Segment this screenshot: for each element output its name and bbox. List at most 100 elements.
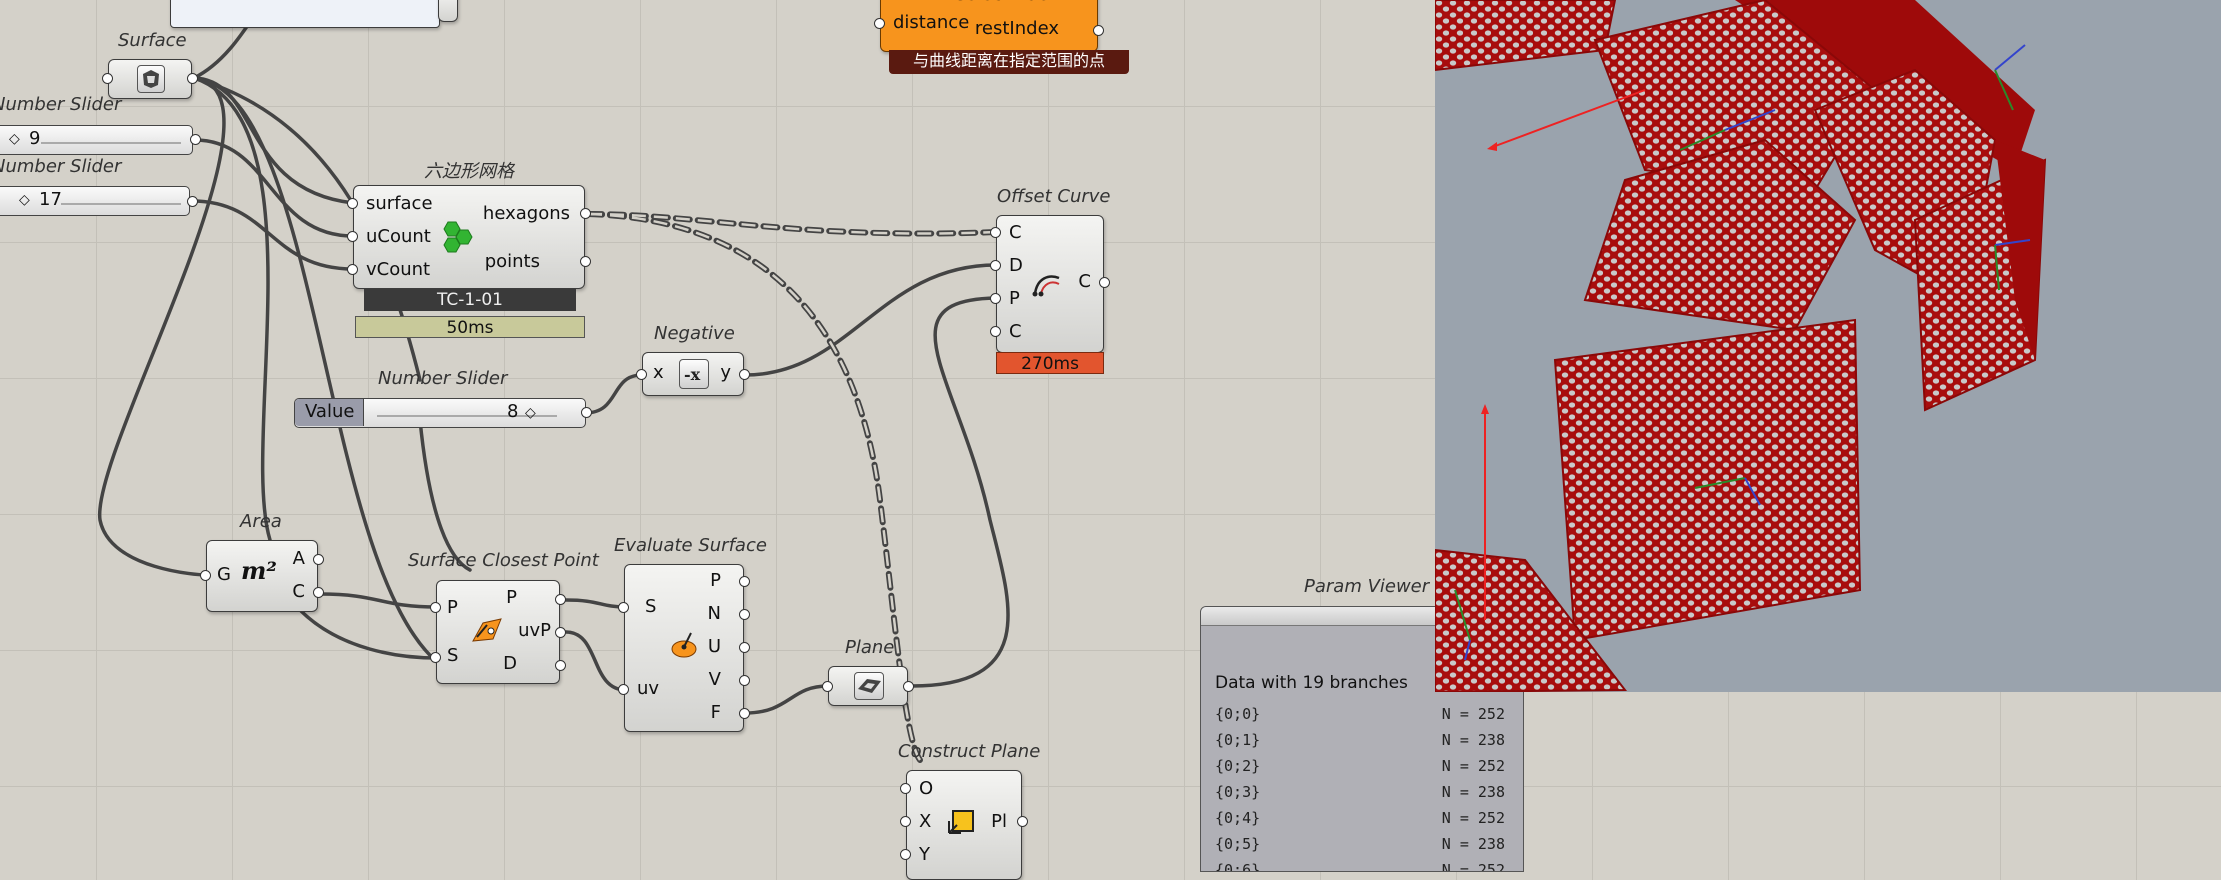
offset-curve-icon xyxy=(1032,275,1060,297)
number-slider-value: 8 xyxy=(507,401,519,422)
slider-u[interactable]: ◇ 9 xyxy=(0,125,193,155)
construct-grip-y[interactable] xyxy=(900,849,911,860)
negative-grip-y[interactable] xyxy=(739,369,750,380)
evaluate-grip-u[interactable] xyxy=(739,642,750,653)
closest-grip-out-d[interactable] xyxy=(555,660,566,671)
hexgrid-grip-surface[interactable] xyxy=(347,198,358,209)
evaluate-surface-title: Evaluate Surface xyxy=(614,535,767,556)
offset-input-d: D xyxy=(1009,255,1023,276)
evaluate-grip-uv[interactable] xyxy=(618,684,629,695)
svg-text:-x: -x xyxy=(684,365,701,384)
hexgrid-grip-vcount[interactable] xyxy=(347,264,358,275)
clipped-top-component-end[interactable] xyxy=(438,0,458,22)
orange-grip-distance[interactable] xyxy=(874,18,885,29)
axis-arrow-1 xyxy=(1489,89,1646,149)
area-output-c: C xyxy=(292,581,305,602)
number-slider-handle-icon[interactable]: ◇ xyxy=(525,403,536,423)
slider-v-handle-icon[interactable]: ◇ xyxy=(19,190,30,210)
slider-v-output-grip[interactable] xyxy=(187,196,198,207)
param-viewer-row: {0;1} N = 238 xyxy=(1215,731,1505,749)
slider-v[interactable]: ◇ 17 xyxy=(0,186,190,216)
area-grip-a[interactable] xyxy=(313,554,324,565)
wire-negative-offset xyxy=(743,263,998,377)
negative-output-y: y xyxy=(720,362,731,383)
area-grip-c[interactable] xyxy=(313,587,324,598)
slider-u-handle-icon[interactable]: ◇ xyxy=(9,129,20,149)
closest-grip-p[interactable] xyxy=(430,602,441,613)
slider-v-title: Number Slider xyxy=(0,156,122,177)
offset-grip-c2[interactable] xyxy=(990,326,1001,337)
closest-grip-s[interactable] xyxy=(430,652,441,663)
closest-grip-out-p[interactable] xyxy=(555,594,566,605)
number-slider-output-grip[interactable] xyxy=(581,407,592,418)
evaluate-surface-component[interactable]: S uv P N U V F xyxy=(624,564,744,732)
offset-curve-component[interactable]: C D P C C xyxy=(996,215,1104,353)
area-component[interactable]: G A C m² xyxy=(206,540,318,612)
surface-param[interactable] xyxy=(108,59,192,99)
offset-grip-p[interactable] xyxy=(990,293,1001,304)
closest-input-p: P xyxy=(447,597,458,618)
negative-grip-x[interactable] xyxy=(636,369,647,380)
hexgrid-grip-points[interactable] xyxy=(580,256,591,267)
offset-grip-c[interactable] xyxy=(990,227,1001,238)
construct-grip-x[interactable] xyxy=(900,816,911,827)
offset-input-c2: C xyxy=(1009,321,1022,342)
negative-component[interactable]: x y -x xyxy=(642,352,744,396)
evaluate-output-p: P xyxy=(710,570,721,591)
surface-input-grip[interactable] xyxy=(102,73,113,84)
hexgrid-grip-hexagons[interactable] xyxy=(580,208,591,219)
surface-icon xyxy=(137,65,165,93)
number-slider-label: Value xyxy=(305,401,355,422)
evaluate-grip-f[interactable] xyxy=(739,708,750,719)
evaluate-grip-p[interactable] xyxy=(739,576,750,587)
closest-grip-out-uvp[interactable] xyxy=(555,627,566,638)
hexgrid-title: 六边形网格 xyxy=(424,161,514,182)
orange-component[interactable]: distance selectIndex restIndex xyxy=(880,0,1098,52)
offset-grip-d[interactable] xyxy=(990,260,1001,271)
construct-grip-o[interactable] xyxy=(900,783,911,794)
construct-grip-pl[interactable] xyxy=(1017,816,1028,827)
construct-input-o: O xyxy=(919,778,934,799)
rhino-viewport[interactable] xyxy=(1435,0,2221,692)
surface-closest-point-component[interactable]: P S P uvP D xyxy=(436,580,560,684)
area-output-a: A xyxy=(292,548,305,569)
param-viewer-row: {0;3} N = 238 xyxy=(1215,783,1505,801)
wire-closest-evaluate-s xyxy=(564,598,628,609)
plane-grip-in[interactable] xyxy=(822,681,833,692)
slider-u-title: Number Slider xyxy=(0,94,122,115)
closest-point-title: Surface Closest Point xyxy=(408,550,599,571)
hexgrid-component[interactable]: surface uCount vCount hexagons points xyxy=(353,185,585,289)
orange-output-restindex: restIndex xyxy=(974,18,1059,39)
offset-grip-output[interactable] xyxy=(1099,277,1110,288)
evaluate-grip-n[interactable] xyxy=(739,609,750,620)
viewport-scene xyxy=(1435,0,2047,692)
orange-grip-restindex[interactable] xyxy=(1093,25,1104,36)
surface-output-grip[interactable] xyxy=(187,73,198,84)
plane-axis xyxy=(1994,44,2026,71)
evaluate-grip-s[interactable] xyxy=(618,602,629,613)
slider-u-track[interactable] xyxy=(41,142,181,144)
plane-param[interactable] xyxy=(828,666,908,706)
clipped-top-component[interactable] xyxy=(170,0,440,28)
hexgrid-tag: TC-1-01 xyxy=(364,289,576,311)
slider-v-track[interactable] xyxy=(61,203,181,205)
plane-grip-out[interactable] xyxy=(903,681,914,692)
wire-slider-u-hexgrid xyxy=(193,138,355,238)
construct-plane-component[interactable]: O X Y Pl xyxy=(906,770,1022,880)
param-viewer-row: {0;4} N = 252 xyxy=(1215,809,1505,827)
hexgrid-input-vcount: vCount xyxy=(366,259,431,280)
construct-input-x: X xyxy=(919,811,932,832)
offset-timer: 270ms xyxy=(996,352,1104,374)
evaluate-grip-v[interactable] xyxy=(739,675,750,686)
evaluate-input-s: S xyxy=(645,596,657,617)
closest-output-d: D xyxy=(503,653,517,674)
panel-top-left xyxy=(1435,0,1617,72)
number-slider[interactable]: Value 8 ◇ xyxy=(294,398,586,428)
slider-u-output-grip[interactable] xyxy=(190,134,201,145)
area-grip-g[interactable] xyxy=(200,570,211,581)
construct-plane-icon xyxy=(948,810,974,834)
negative-input-x: x xyxy=(653,362,664,383)
plane-icon xyxy=(854,672,884,700)
param-viewer-title: Param Viewer xyxy=(1304,576,1430,597)
hexgrid-grip-ucount[interactable] xyxy=(347,231,358,242)
